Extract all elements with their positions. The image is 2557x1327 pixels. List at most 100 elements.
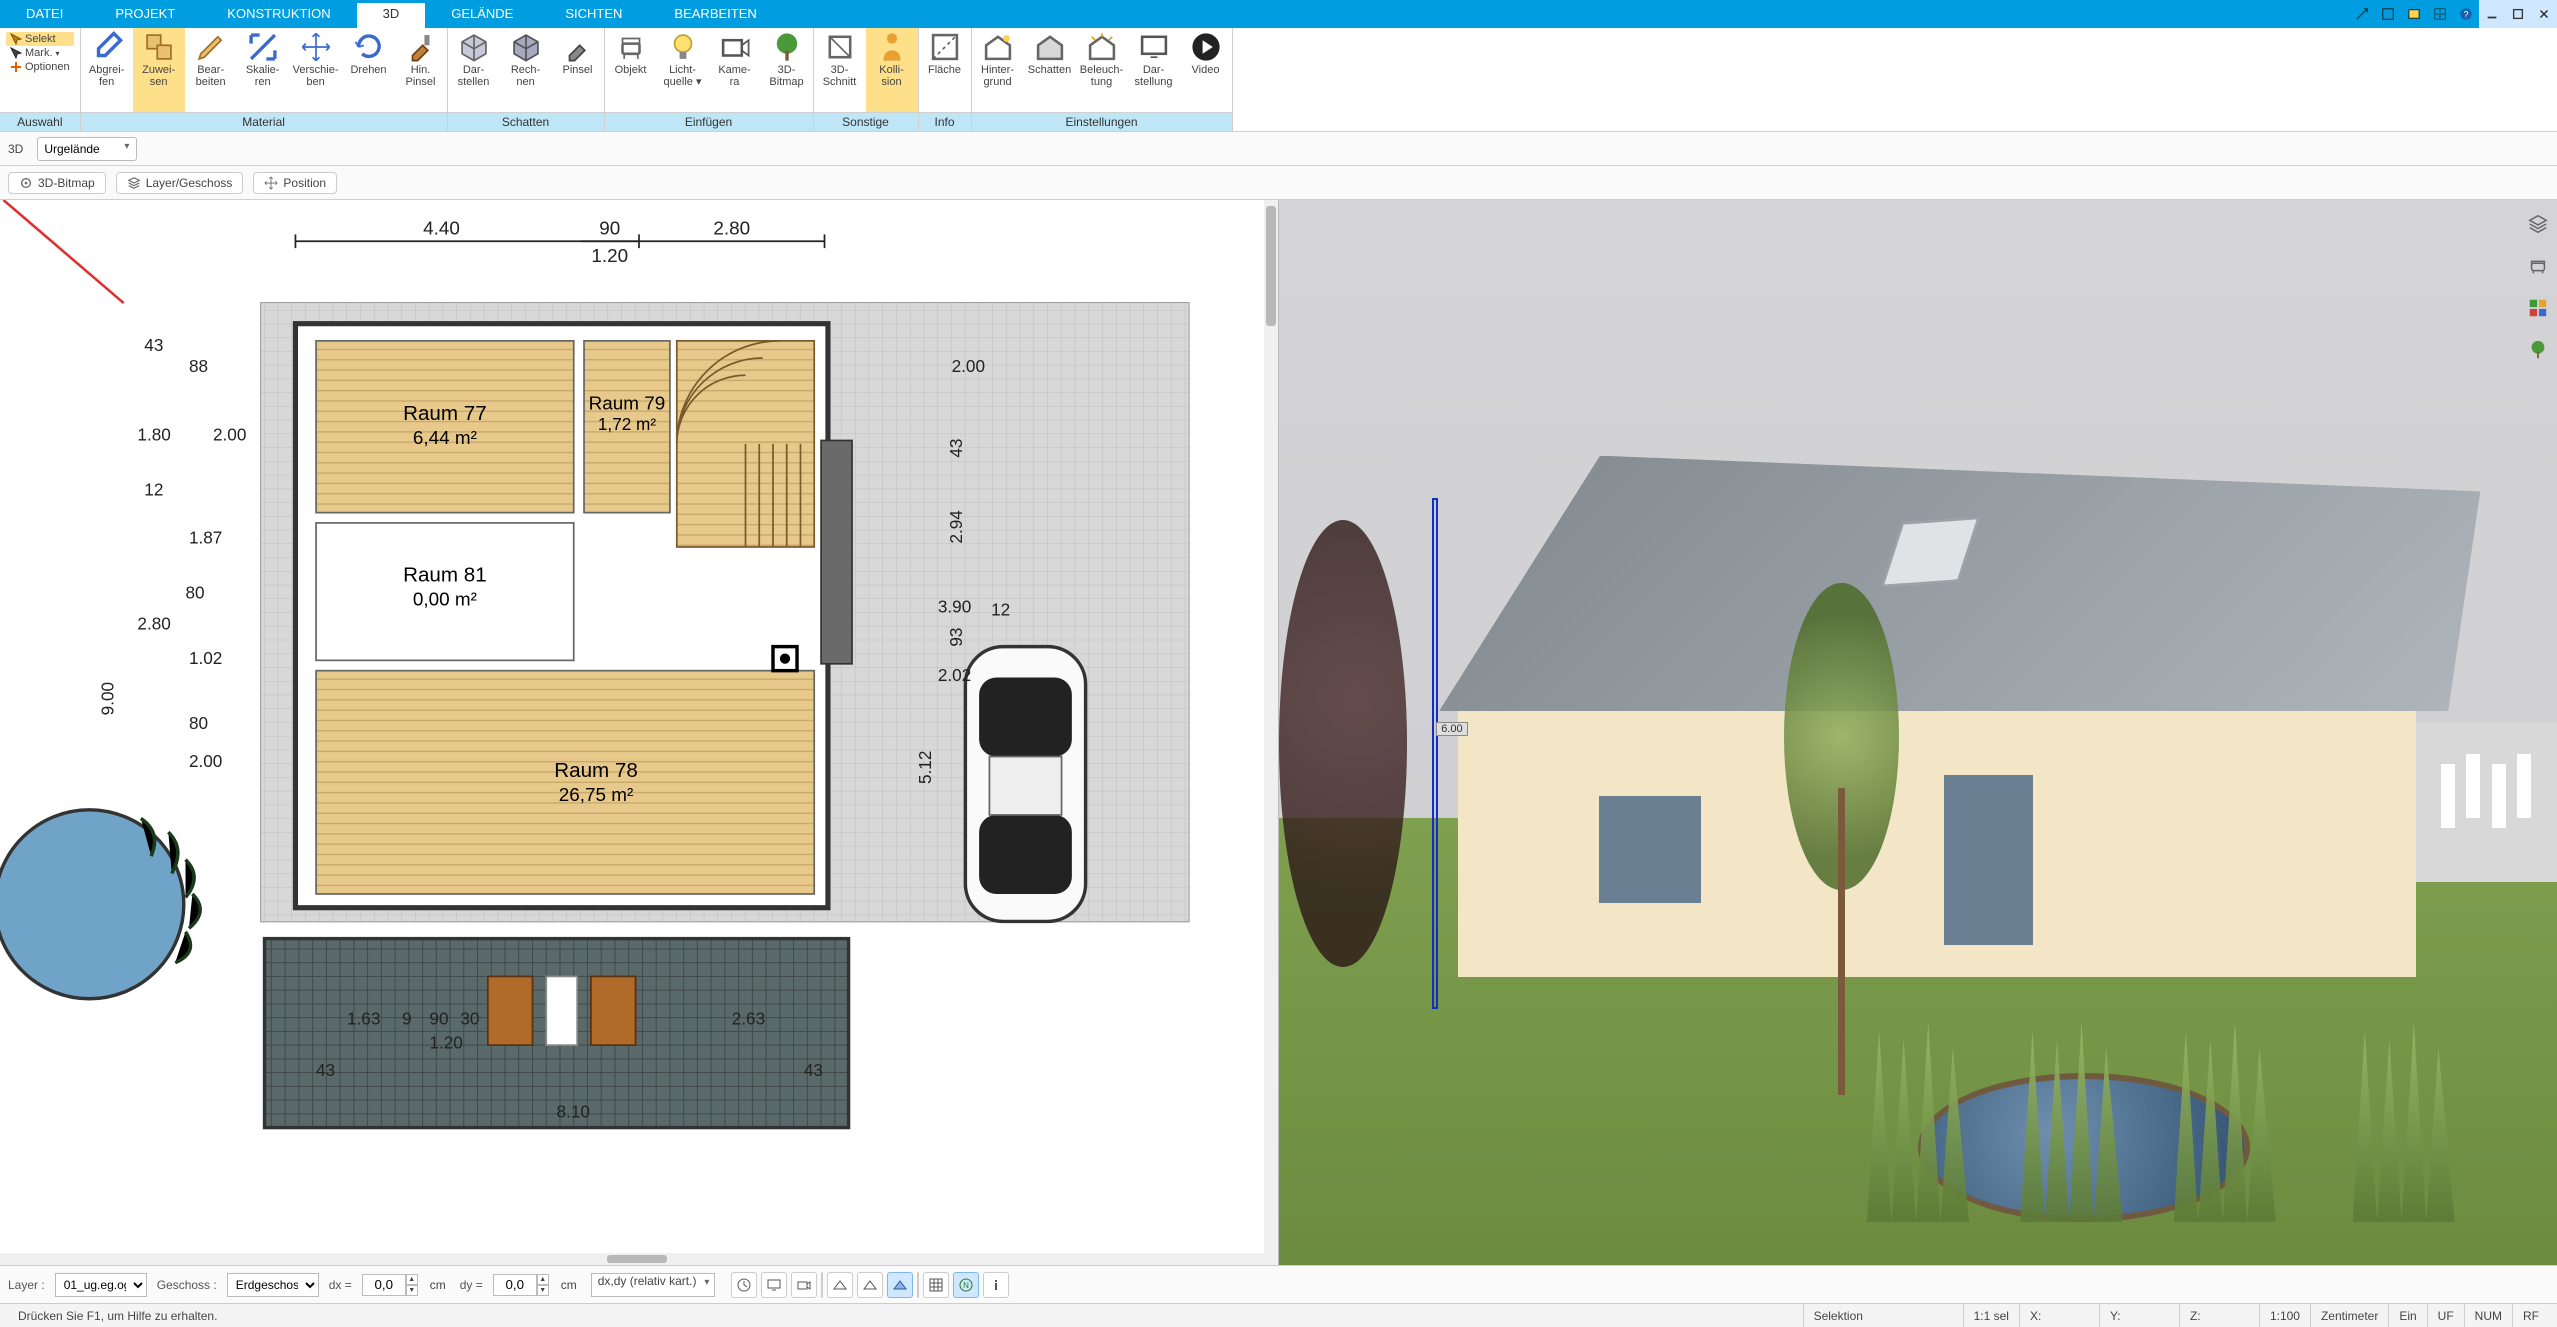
ribbon-verschieben[interactable]: Verschie-ben <box>289 28 343 112</box>
geschoss-select[interactable]: Erdgeschoss <box>227 1273 319 1297</box>
help-icon[interactable]: ? <box>2453 0 2479 28</box>
chip-3d-bitmap[interactable]: 3D-Bitmap <box>8 172 106 194</box>
menu-tab-projekt[interactable]: PROJEKT <box>89 0 201 28</box>
scene-chair <box>2441 764 2455 828</box>
layer-label: Layer : <box>8 1278 45 1292</box>
room78-name: Raum 78 <box>554 759 638 782</box>
ribbon-zuweisen[interactable]: Zuwei-sen <box>133 28 185 112</box>
vt-shaded-icon[interactable] <box>887 1272 913 1298</box>
options-button[interactable]: Optionen <box>6 60 74 74</box>
svg-text:8.10: 8.10 <box>557 1101 590 1121</box>
dx-input[interactable] <box>362 1274 406 1296</box>
dy-input[interactable] <box>493 1274 537 1296</box>
tool-icon-3[interactable] <box>2401 0 2427 28</box>
status-selection-label: Selektion <box>1803 1304 1963 1327</box>
ribbon-flaeche[interactable]: Fläche <box>919 28 971 112</box>
ribbon-drehen[interactable]: Drehen <box>343 28 395 112</box>
scrollbar-horizontal-2d[interactable] <box>0 1253 1264 1265</box>
minimize-button[interactable] <box>2479 0 2505 28</box>
menu-tab-sichten[interactable]: SICHTEN <box>539 0 648 28</box>
svg-text:2.80: 2.80 <box>713 218 750 239</box>
scale-icon <box>246 32 280 62</box>
svg-text:2.00: 2.00 <box>952 356 985 376</box>
ribbon-lichtquelle[interactable]: Licht-quelle ▾ <box>657 28 709 112</box>
svg-text:12: 12 <box>991 600 1010 620</box>
ribbon-darstellung[interactable]: Dar-stellung <box>1128 28 1180 112</box>
menu-tab-konstruktion[interactable]: KONSTRUKTION <box>201 0 356 28</box>
context-mode-label: 3D <box>8 142 23 156</box>
ribbon-beleuchtung[interactable]: Beleuch-tung <box>1076 28 1128 112</box>
menu-tab-datei[interactable]: DATEI <box>0 0 89 28</box>
vt-clock-icon[interactable] <box>731 1272 757 1298</box>
ribbon-3dbitmap[interactable]: 3D-Bitmap <box>761 28 813 112</box>
vt-grid-icon[interactable] <box>923 1272 949 1298</box>
status-num: NUM <box>2464 1304 2512 1327</box>
menu-tab-3d[interactable]: 3D <box>357 0 426 28</box>
ribbon-darstellen[interactable]: Dar-stellen <box>448 28 500 112</box>
vt-wire-icon[interactable] <box>827 1272 853 1298</box>
svg-text:9: 9 <box>402 1009 412 1029</box>
dy-down[interactable]: ▼ <box>537 1285 549 1296</box>
svg-text:N: N <box>964 1281 970 1290</box>
svg-text:88: 88 <box>189 356 208 376</box>
tool-icon-1[interactable] <box>2349 0 2375 28</box>
vt-north-icon[interactable]: N <box>953 1272 979 1298</box>
menu-tab-gelände[interactable]: GELÄNDE <box>425 0 539 28</box>
view-2d-plan[interactable]: Raum 77 6,44 m² Raum 79 1,72 m² Raum 81 … <box>0 200 1279 1265</box>
ribbon-abgreifen[interactable]: Abgrei-fen <box>81 28 133 112</box>
ribbon-hintergrund[interactable]: Hinter-grund <box>972 28 1024 112</box>
vt-screen-icon[interactable] <box>761 1272 787 1298</box>
tool-icon-2[interactable] <box>2375 0 2401 28</box>
layer-select[interactable]: 01_ug.eg.og <box>55 1273 147 1297</box>
select-label: Selekt <box>25 33 56 45</box>
close-button[interactable] <box>2531 0 2557 28</box>
status-sel-count: 1:1 sel <box>1963 1304 2019 1327</box>
ribbon-schatten2[interactable]: Schatten <box>1024 28 1076 112</box>
context-bar-1: 3D Urgelände ▾ <box>0 132 2557 166</box>
sidetool-tree[interactable] <box>2523 336 2553 364</box>
ribbon-hinpinsel[interactable]: Hin.Pinsel <box>395 28 447 112</box>
status-help: Drücken Sie F1, um Hilfe zu erhalten. <box>8 1304 1803 1327</box>
layers-icon <box>127 176 141 190</box>
svg-text:12: 12 <box>144 479 163 499</box>
gear-icon <box>19 176 33 190</box>
ribbon-video[interactable]: Video <box>1180 28 1232 112</box>
scrollbar-vertical-2d[interactable] <box>1264 200 1278 1265</box>
svg-text:80: 80 <box>189 713 208 733</box>
select-mode-button[interactable]: Selekt <box>6 32 74 46</box>
view-3d-scene[interactable]: 6.00 <box>1279 200 2557 1265</box>
sidetool-furniture[interactable] <box>2523 252 2553 280</box>
dy-up[interactable]: ▲ <box>537 1274 549 1285</box>
sidetool-layers[interactable] <box>2523 210 2553 238</box>
cube-icon <box>457 32 491 62</box>
coord-mode-dropdown[interactable]: dx,dy (relativ kart.) <box>591 1273 716 1297</box>
ribbon-objekt[interactable]: Objekt <box>605 28 657 112</box>
svg-text:90: 90 <box>599 218 620 239</box>
chair-icon <box>614 32 648 62</box>
terrain-dropdown[interactable]: Urgelände <box>37 137 137 161</box>
menu-tab-bearbeiten[interactable]: BEARBEITEN <box>648 0 782 28</box>
chip-layer-geschoss[interactable]: Layer/Geschoss <box>116 172 244 194</box>
ribbon-rechnen[interactable]: Rech-nen <box>500 28 552 112</box>
dx-up[interactable]: ▲ <box>406 1274 418 1285</box>
ribbon-skalieren[interactable]: Skalie-ren <box>237 28 289 112</box>
chip-position[interactable]: Position <box>253 172 337 194</box>
ribbon-pinsel[interactable]: Pinsel <box>552 28 604 112</box>
house-bg-icon <box>981 32 1015 62</box>
maximize-button[interactable] <box>2505 0 2531 28</box>
ribbon-kamera[interactable]: Kame-ra <box>709 28 761 112</box>
vt-camera-icon[interactable] <box>791 1272 817 1298</box>
svg-text:30: 30 <box>460 1009 479 1029</box>
cube2-icon <box>509 32 543 62</box>
ribbon-kollision[interactable]: Kolli-sion <box>866 28 918 112</box>
vt-info-icon[interactable] <box>983 1272 1009 1298</box>
dx-down[interactable]: ▼ <box>406 1285 418 1296</box>
tool-icon-4[interactable] <box>2427 0 2453 28</box>
ribbon-bearbeiten[interactable]: Bear-beiten <box>185 28 237 112</box>
mark-mode-button[interactable]: Mark. ▾ <box>6 46 74 60</box>
ribbon-3dschnitt[interactable]: 3D-Schnitt <box>814 28 866 112</box>
coord-mode-label: dx,dy (relativ kart.) <box>598 1274 697 1288</box>
vt-hidden-icon[interactable] <box>857 1272 883 1298</box>
ribbon-group-label-sonstige: Sonstige <box>814 112 918 131</box>
sidetool-palette[interactable] <box>2523 294 2553 322</box>
